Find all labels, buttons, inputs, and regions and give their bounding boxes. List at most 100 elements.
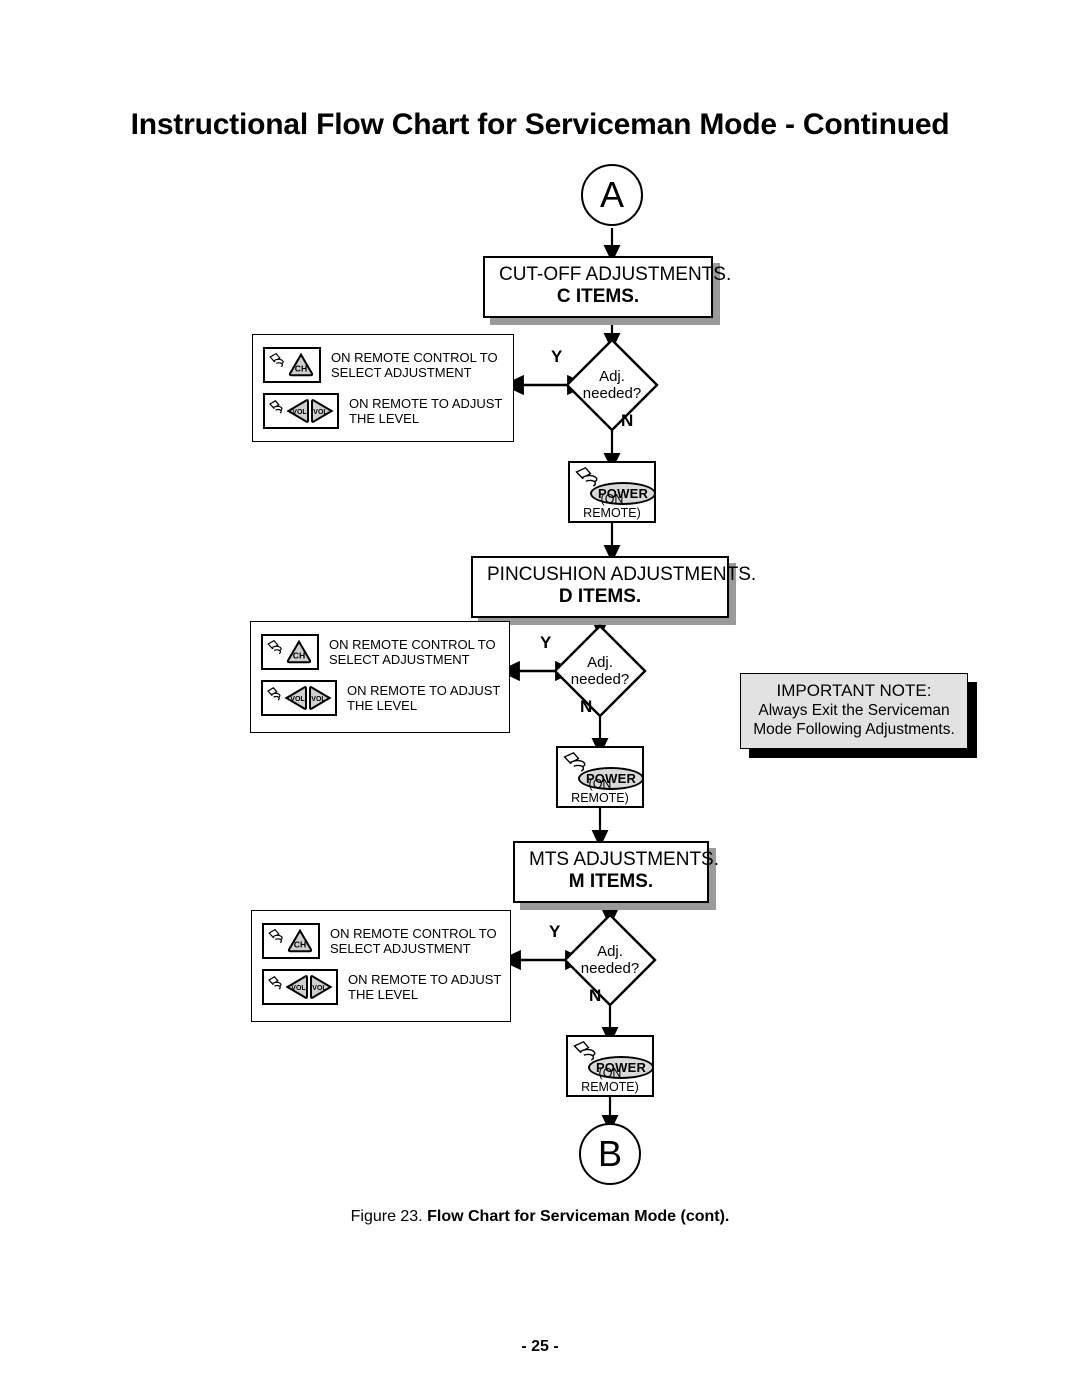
svg-text:VOL: VOL	[313, 409, 328, 416]
process-box-cutoff-line1: CUT-OFF ADJUSTMENTS.	[499, 264, 732, 285]
instruction-box-mts: CH ON REMOTE CONTROL TO SELECT ADJUSTMEN…	[251, 910, 511, 1022]
instruction-row-vol: VOL VOL ON REMOTE TO ADJUST THE LEVEL	[263, 393, 503, 429]
instruction-text-ch-line1: ON REMOTE CONTROL TO	[331, 350, 498, 365]
figure-caption: Figure 23. Flow Chart for Serviceman Mod…	[0, 1208, 1080, 1226]
instruction-text-vol-line2: THE LEVEL	[348, 987, 419, 1002]
connector-b-label: B	[597, 1133, 622, 1174]
svg-text:CH: CH	[293, 651, 305, 661]
ch-button-icon: CH	[288, 352, 314, 377]
instruction-text-ch-line1: ON REMOTE CONTROL TO	[329, 637, 496, 652]
branch-label-no-mts: N	[589, 986, 602, 1005]
svg-text:CH: CH	[294, 940, 306, 950]
instruction-text-vol-line1: ON REMOTE TO ADJUST	[348, 972, 502, 987]
svg-text:VOL: VOL	[292, 409, 307, 416]
instruction-row-ch: CH ON REMOTE CONTROL TO SELECT ADJUSTMEN…	[263, 347, 503, 383]
remote-key-ch: CH	[263, 347, 321, 383]
decision-diamond-mts-label: Adj. needed?	[562, 912, 658, 1008]
power-box-cutoff: POWER (ON REMOTE)	[568, 461, 656, 523]
instruction-text-vol-line2: THE LEVEL	[347, 698, 418, 713]
ch-button-icon: CH	[287, 928, 313, 953]
decision-diamond-mts: Adj. needed?	[562, 912, 658, 1008]
vol-up-button-icon: VOL	[311, 399, 334, 423]
important-note-title: IMPORTANT NOTE:	[776, 681, 932, 700]
pointing-hand-icon	[269, 400, 283, 414]
pointing-hand-icon	[267, 639, 282, 655]
branch-label-no-cutoff: N	[621, 411, 634, 430]
instruction-text-ch: ON REMOTE CONTROL TO SELECT ADJUSTMENT	[330, 926, 497, 956]
instruction-row-ch: CH ON REMOTE CONTROL TO SELECT ADJUSTMEN…	[262, 923, 500, 959]
instruction-text-vol-line2: THE LEVEL	[349, 411, 420, 426]
instruction-box-pincushion: CH ON REMOTE CONTROL TO SELECT ADJUSTMEN…	[250, 621, 510, 733]
instruction-row-ch: CH ON REMOTE CONTROL TO SELECT ADJUSTMEN…	[261, 634, 499, 670]
branch-label-no-pincushion: N	[580, 697, 593, 716]
power-box-cutoff-sub: (ON REMOTE)	[583, 492, 641, 520]
instruction-text-vol: ON REMOTE TO ADJUST THE LEVEL	[349, 396, 502, 426]
pointing-hand-icon	[269, 352, 284, 368]
branch-label-yes-mts: Y	[549, 922, 561, 941]
pointing-hand-icon	[268, 928, 283, 944]
instruction-text-vol-line1: ON REMOTE TO ADJUST	[347, 683, 501, 698]
remote-key-ch: CH	[261, 634, 319, 670]
ch-button-icon: CH	[286, 639, 312, 664]
remote-key-vol: VOL VOL	[262, 969, 338, 1005]
instruction-row-vol: VOL VOL ON REMOTE TO ADJUST THE LEVEL	[261, 680, 500, 716]
pointing-hand-icon	[268, 976, 282, 990]
important-note-line1: Always Exit the Serviceman	[758, 702, 950, 719]
page: Instructional Flow Chart for Serviceman …	[0, 0, 1080, 1397]
decision-diamond-cutoff: Adj. needed?	[564, 337, 660, 433]
decision-line1: Adj.	[597, 943, 623, 960]
instruction-text-vol: ON REMOTE TO ADJUST THE LEVEL	[347, 683, 500, 713]
power-box-pincushion-sub: (ON REMOTE)	[571, 777, 629, 805]
process-box-cutoff-line2: C ITEMS.	[556, 286, 640, 307]
instruction-text-vol: ON REMOTE TO ADJUST THE LEVEL	[348, 972, 501, 1002]
decision-diamond-pincushion: Adj. needed?	[552, 623, 648, 719]
figure-caption-number: Figure 23.	[350, 1208, 423, 1225]
vol-down-button-icon: VOL	[284, 686, 307, 710]
vol-up-button-icon: VOL	[309, 686, 332, 710]
svg-text:CH: CH	[295, 364, 307, 374]
remote-key-vol: VOL VOL	[263, 393, 339, 429]
vol-up-button-icon: VOL	[310, 975, 333, 999]
branch-label-yes-pincushion: Y	[540, 633, 552, 652]
instruction-box-cutoff: CH ON REMOTE CONTROL TO SELECT ADJUSTMEN…	[252, 334, 514, 442]
process-box-mts-line1: MTS ADJUSTMENTS.	[529, 849, 720, 870]
power-box-mts: POWER (ON REMOTE)	[566, 1035, 654, 1097]
decision-line2: needed?	[582, 385, 642, 402]
important-note-box: IMPORTANT NOTE: Always Exit the Servicem…	[740, 673, 968, 749]
page-number: - 25 -	[521, 1338, 559, 1355]
instruction-text-ch-line2: SELECT ADJUSTMENT	[330, 941, 471, 956]
remote-key-vol: VOL VOL	[261, 680, 337, 716]
svg-text:VOL: VOL	[291, 985, 306, 992]
instruction-text-ch: ON REMOTE CONTROL TO SELECT ADJUSTMENT	[329, 637, 496, 667]
branch-label-yes-cutoff: Y	[551, 347, 563, 366]
instruction-text-ch-line2: SELECT ADJUSTMENT	[329, 652, 470, 667]
connector-b: B	[579, 1123, 641, 1185]
connector-a: A	[581, 164, 643, 226]
decision-line1: Adj.	[599, 368, 625, 385]
instruction-text-vol-line1: ON REMOTE TO ADJUST	[349, 396, 503, 411]
svg-text:VOL: VOL	[312, 985, 327, 992]
power-box-pincushion: POWER (ON REMOTE)	[556, 746, 644, 808]
instruction-text-ch: ON REMOTE CONTROL TO SELECT ADJUSTMENT	[331, 350, 498, 380]
process-box-cutoff: CUT-OFF ADJUSTMENTS. C ITEMS.	[483, 256, 732, 318]
process-box-mts-line2: M ITEMS.	[568, 871, 654, 892]
decision-line2: needed?	[580, 960, 640, 977]
remote-key-ch: CH	[262, 923, 320, 959]
important-note-line2: Mode Following Adjustments.	[753, 721, 955, 738]
instruction-row-vol: VOL VOL ON REMOTE TO ADJUST THE LEVEL	[262, 969, 501, 1005]
decision-diamond-pincushion-label: Adj. needed?	[552, 623, 648, 719]
page-title: Instructional Flow Chart for Serviceman …	[130, 108, 950, 141]
connector-a-label: A	[599, 174, 624, 215]
svg-text:VOL: VOL	[311, 696, 326, 703]
instruction-text-ch-line1: ON REMOTE CONTROL TO	[330, 926, 497, 941]
process-box-pincushion: PINCUSHION ADJUSTMENTS. D ITEMS.	[471, 556, 756, 618]
pointing-hand-icon	[267, 687, 281, 701]
vol-down-button-icon: VOL	[285, 975, 308, 999]
decision-diamond-cutoff-label: Adj. needed?	[564, 337, 660, 433]
decision-line2: needed?	[570, 671, 630, 688]
svg-text:VOL: VOL	[290, 696, 305, 703]
power-box-mts-sub: (ON REMOTE)	[581, 1066, 639, 1094]
process-box-mts: MTS ADJUSTMENTS. M ITEMS.	[513, 841, 720, 903]
decision-line1: Adj.	[587, 654, 613, 671]
instruction-text-ch-line2: SELECT ADJUSTMENT	[331, 365, 472, 380]
